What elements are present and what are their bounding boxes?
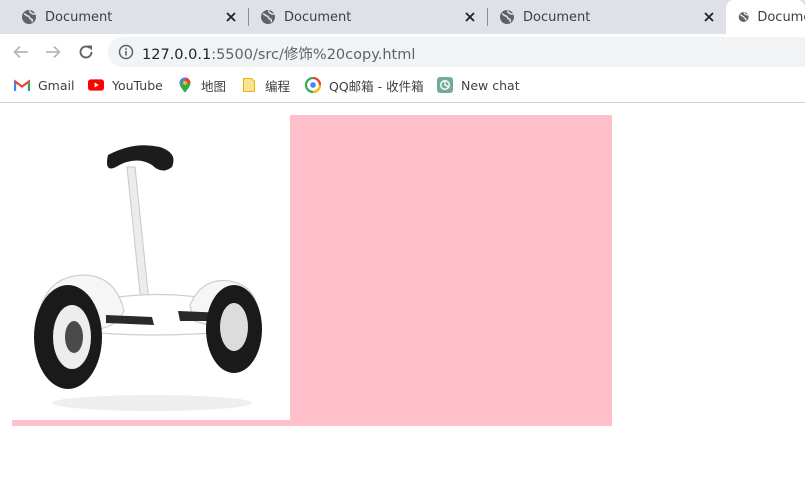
self-balancing-scooter-illustration — [34, 145, 262, 411]
chatgpt-icon — [437, 77, 453, 93]
tab-2[interactable]: Document — [239, 0, 487, 34]
arrow-right-icon — [46, 45, 61, 59]
globe-icon — [261, 10, 276, 24]
close-icon[interactable] — [463, 10, 477, 24]
forward-button[interactable] — [42, 41, 64, 63]
close-icon[interactable] — [702, 10, 716, 24]
globe-icon — [22, 10, 37, 24]
tab-4-active[interactable]: Document — [726, 0, 805, 34]
tab-3[interactable]: Document — [478, 0, 726, 34]
tab-title: Document — [284, 9, 352, 25]
close-icon[interactable] — [224, 10, 238, 24]
bookmark-maps[interactable]: 地图 — [177, 70, 226, 100]
back-button[interactable] — [10, 41, 32, 63]
info-icon[interactable] — [118, 44, 134, 60]
bookmarks-bar: Gmail YouTube 地图 编程 QQ邮箱 - 收件箱 New chat — [0, 70, 805, 103]
bookmark-label: QQ邮箱 - 收件箱 — [329, 78, 424, 94]
url-host: 127.0.0.1 — [142, 47, 212, 63]
bookmark-gmail[interactable]: Gmail — [14, 70, 74, 100]
bookmark-label: YouTube — [112, 77, 163, 93]
address-bar[interactable]: 127.0.0.1:5500/src/修饰%20copy.html — [108, 37, 805, 67]
globe-icon — [738, 12, 749, 22]
url-path: :5500/src/修饰%20copy.html — [211, 47, 416, 63]
bookmark-label: Gmail — [38, 77, 75, 93]
qq-mail-icon — [305, 77, 321, 93]
tab-title: Document — [45, 9, 113, 25]
folder-icon — [241, 77, 257, 93]
tab-title: Document — [757, 9, 805, 25]
bookmark-label: 编程 — [265, 78, 291, 94]
arrow-left-icon — [13, 45, 28, 59]
tab-1[interactable]: Document — [0, 0, 248, 34]
bookmark-youtube[interactable]: YouTube — [88, 70, 163, 100]
gmail-icon — [14, 77, 30, 93]
tab-title: Document — [523, 9, 591, 25]
bookmark-new-chat[interactable]: New chat — [437, 70, 520, 100]
tab-strip: Document Document Document Document — [0, 0, 805, 34]
bookmark-folder[interactable]: 编程 — [241, 70, 290, 100]
url-text: 127.0.0.1:5500/src/修饰%20copy.html — [142, 43, 415, 64]
scooter-image — [12, 115, 290, 420]
reload-button[interactable] — [75, 41, 97, 63]
reload-icon — [79, 45, 93, 59]
bookmark-label: 地图 — [201, 78, 227, 94]
bookmark-qq-mail[interactable]: QQ邮箱 - 收件箱 — [305, 70, 424, 100]
maps-pin-icon — [177, 77, 193, 93]
bookmark-label: New chat — [461, 77, 520, 93]
globe-icon — [500, 10, 515, 24]
youtube-icon — [88, 77, 104, 93]
toolbar: 127.0.0.1:5500/src/修饰%20copy.html — [0, 34, 805, 70]
